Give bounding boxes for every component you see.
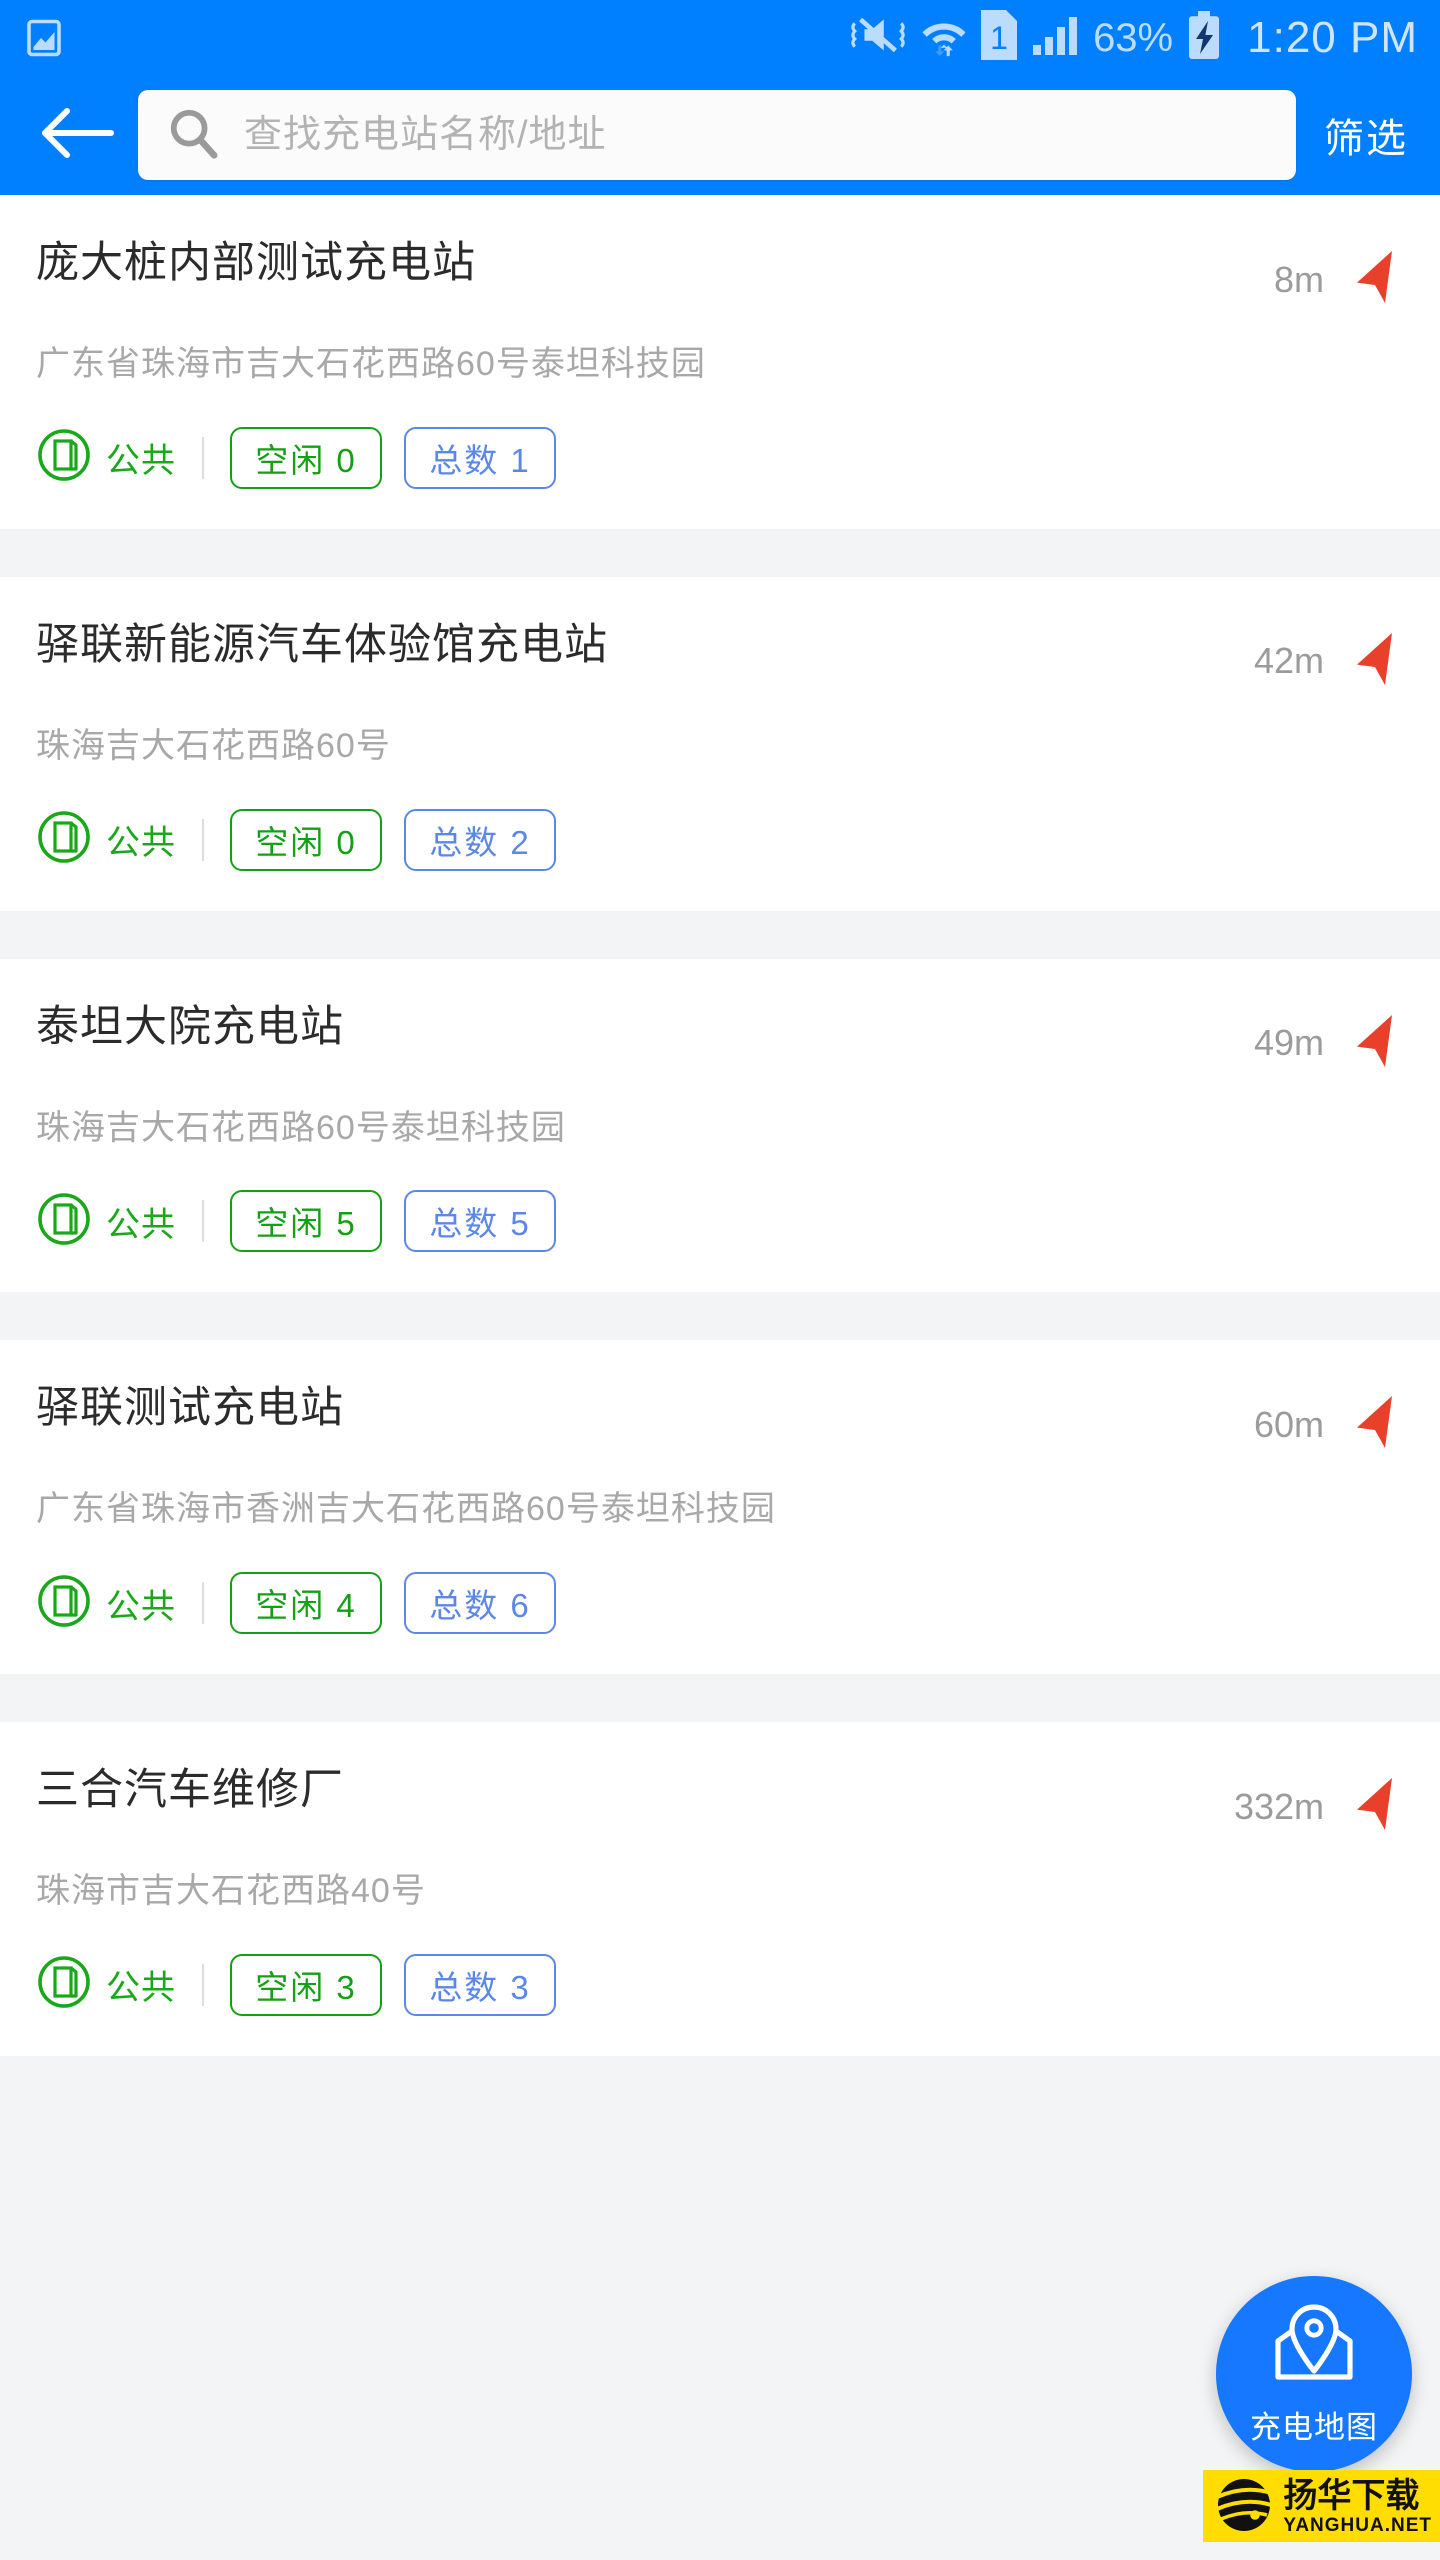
arrow-left-icon (39, 105, 115, 166)
navigate-arrow-icon[interactable] (1340, 1390, 1404, 1459)
station-list: 庞大桩内部测试充电站 8m 广东省珠海市吉大石花西路60号泰坦科技园 公共 空闲 0 总数… (0, 195, 1440, 2056)
free-count-badge: 空闲 0 (230, 426, 382, 489)
station-distance-group: 332m (1234, 1766, 1404, 1841)
status-bar: 1 63% 1:20 PM (0, 0, 1440, 75)
charging-pile-icon (36, 1573, 92, 1634)
public-station-tag: 公共 (36, 809, 176, 870)
free-count-badge: 空闲 0 (230, 808, 382, 871)
tag-divider (202, 818, 204, 861)
station-name: 驿联测试充电站 (36, 1384, 344, 1433)
charging-map-fab-label: 充电地图 (1250, 2410, 1378, 2445)
public-label: 公共 (106, 1969, 176, 2008)
clock-label: 1:20 PM (1247, 12, 1418, 62)
image-notification-icon (26, 16, 62, 60)
map-pin-icon (1266, 2301, 1362, 2392)
station-tags: 公共 空闲 0 总数 1 (36, 426, 1404, 489)
tag-divider (202, 436, 204, 479)
station-name: 庞大桩内部测试充电站 (36, 239, 476, 287)
station-card-header: 泰坦大院充电站 49m (36, 1003, 1404, 1078)
station-tags: 公共 空闲 4 总数 6 (36, 1572, 1404, 1635)
total-count-badge: 总数 2 (404, 808, 556, 871)
station-address: 珠海吉大石花西路60号 (36, 726, 391, 765)
charging-pile-icon (36, 809, 92, 870)
charging-pile-icon (36, 1191, 92, 1252)
station-address: 广东省珠海市吉大石花西路60号泰坦科技园 (36, 345, 706, 383)
station-name: 三合汽车维修厂 (36, 1766, 344, 1815)
navigate-arrow-icon[interactable] (1340, 245, 1404, 314)
vibrate-mute-icon (849, 13, 907, 62)
sim-1-icon: 1 (981, 10, 1018, 65)
total-count-badge: 总数 5 (404, 1190, 556, 1253)
cellular-signal-icon (1031, 13, 1079, 62)
charging-map-fab[interactable]: 充电地图 (1216, 2276, 1412, 2472)
watermark-logo-icon (1213, 2477, 1275, 2538)
battery-percent-label: 63% (1093, 15, 1174, 60)
station-card[interactable]: 驿联新能源汽车体验馆充电站 42m 珠海吉大石花西路60号公共 空闲 0 总数 2 (0, 576, 1440, 911)
status-bar-right: 1 63% 1:20 PM (849, 10, 1418, 65)
public-label: 公共 (106, 1205, 176, 1244)
navigate-arrow-icon[interactable] (1340, 1009, 1404, 1078)
station-distance-group: 42m (1254, 621, 1404, 696)
filter-button[interactable]: 筛选 (1320, 96, 1414, 174)
station-card-header: 三合汽车维修厂 332m (36, 1766, 1404, 1841)
charging-pile-icon (36, 427, 92, 488)
station-name: 驿联新能源汽车体验馆充电站 (36, 620, 608, 669)
public-label: 公共 (106, 1587, 176, 1626)
wifi-icon (921, 13, 967, 62)
public-station-tag: 公共 (36, 1954, 176, 2015)
station-distance: 42m (1253, 640, 1324, 682)
navigate-arrow-icon[interactable] (1340, 627, 1404, 696)
tag-divider (202, 1963, 204, 2006)
navigate-arrow-icon[interactable] (1340, 1772, 1404, 1841)
station-address: 珠海吉大石花西路60号泰坦科技园 (36, 1108, 566, 1147)
search-input[interactable] (244, 90, 1296, 180)
station-card[interactable]: 泰坦大院充电站 49m 珠海吉大石花西路60号泰坦科技园公共 空闲 5 总数 5 (0, 958, 1440, 1293)
svg-text:1: 1 (990, 20, 1008, 56)
station-tags: 公共 空闲 3 总数 3 (36, 1953, 1404, 2016)
station-card[interactable]: 驿联测试充电站 60m 广东省珠海市香洲吉大石花西路60号泰坦科技园公共 空闲 4 总数… (0, 1340, 1440, 1675)
watermark-texts: 扬华下载 YANGHUA.NET (1283, 2479, 1432, 2535)
tag-divider (202, 1582, 204, 1625)
station-distance: 332m (1233, 1785, 1324, 1827)
app-bar: 筛选 (0, 75, 1440, 195)
free-count-badge: 空闲 4 (230, 1572, 382, 1635)
watermark: 扬华下载 YANGHUA.NET (1203, 2470, 1440, 2542)
total-count-badge: 总数 1 (404, 426, 556, 489)
station-tags: 公共 空闲 5 总数 5 (36, 1190, 1404, 1253)
charging-pile-icon (36, 1954, 92, 2015)
station-card-header: 驿联新能源汽车体验馆充电站 42m (36, 621, 1404, 696)
station-distance-group: 49m (1254, 1003, 1404, 1078)
total-count-badge: 总数 3 (404, 1953, 556, 2016)
public-label: 公共 (106, 442, 176, 481)
station-tags: 公共 空闲 0 总数 2 (36, 808, 1404, 871)
back-button[interactable] (34, 92, 120, 178)
station-distance: 49m (1253, 1022, 1324, 1064)
watermark-cn-label: 扬华下载 (1283, 2477, 1420, 2515)
station-card-header: 庞大桩内部测试充电站 8m (36, 239, 1404, 314)
station-card-header: 驿联测试充电站 60m (36, 1384, 1404, 1459)
public-label: 公共 (106, 824, 176, 863)
station-address: 珠海市吉大石花西路40号 (36, 1872, 426, 1911)
battery-charging-icon (1187, 11, 1221, 64)
status-bar-left (26, 16, 62, 60)
free-count-badge: 空闲 5 (230, 1190, 382, 1253)
phone-screen: 1 63% 1:20 PM 查找充电站名称/地址 筛选 庞大桩内部测试充电站 8… (0, 0, 1440, 2560)
station-card[interactable]: 庞大桩内部测试充电站 8m 广东省珠海市吉大石花西路60号泰坦科技园公共 空闲 0 总数… (0, 195, 1440, 529)
station-name: 泰坦大院充电站 (36, 1002, 344, 1051)
station-distance-group: 60m (1254, 1384, 1404, 1459)
station-distance: 8m (1273, 258, 1324, 300)
total-count-badge: 总数 6 (404, 1572, 556, 1635)
search-bar[interactable] (138, 90, 1296, 180)
public-station-tag: 公共 (36, 427, 176, 488)
tag-divider (202, 1200, 204, 1243)
public-station-tag: 公共 (36, 1191, 176, 1252)
station-distance-group: 8m (1274, 239, 1404, 314)
search-icon (166, 106, 220, 165)
free-count-badge: 空闲 3 (230, 1953, 382, 2016)
watermark-en-label: YANGHUA.NET (1283, 2515, 1432, 2536)
station-address: 广东省珠海市香洲吉大石花西路60号泰坦科技园 (36, 1490, 776, 1529)
public-station-tag: 公共 (36, 1573, 176, 1634)
station-distance: 60m (1253, 1403, 1324, 1445)
station-card[interactable]: 三合汽车维修厂 332m 珠海市吉大石花西路40号公共 空闲 3 总数 3 (0, 1722, 1440, 2056)
